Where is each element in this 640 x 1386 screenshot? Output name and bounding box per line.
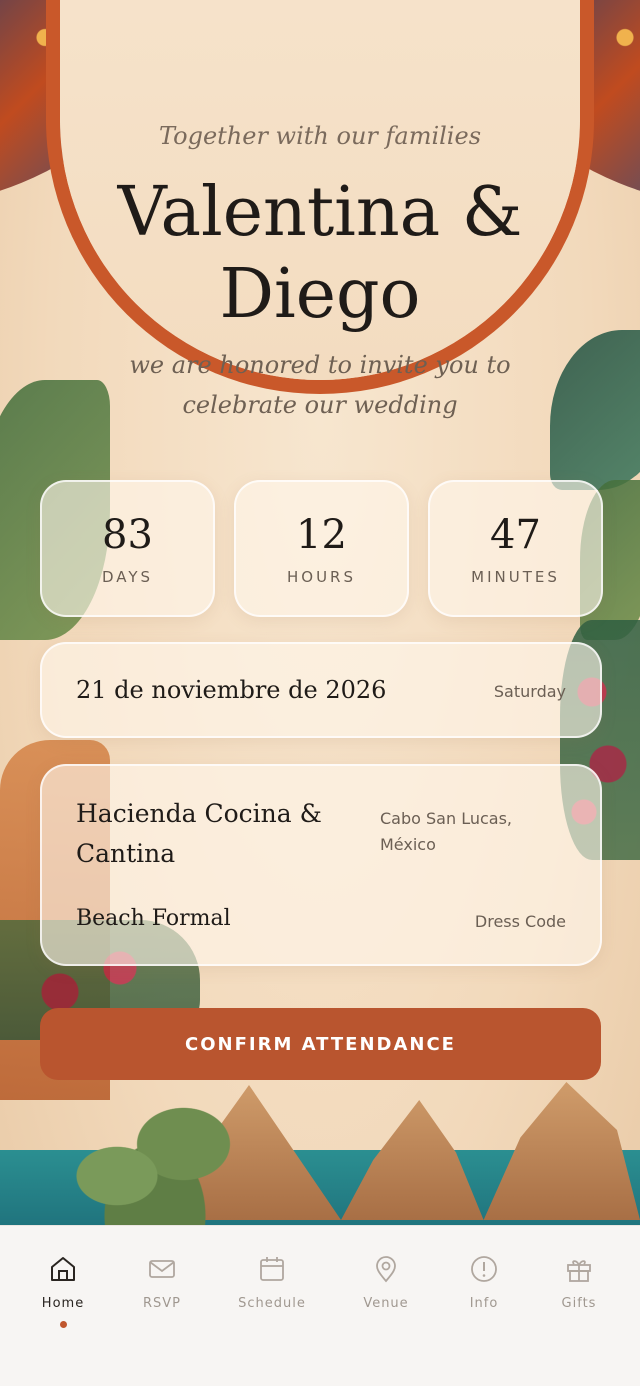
tab-venue-label: Venue bbox=[363, 1296, 409, 1311]
wedding-date: 21 de noviembre de 2026 bbox=[76, 676, 387, 704]
info-icon bbox=[471, 1256, 497, 1282]
couple-name-line-2: Diego bbox=[219, 255, 421, 334]
countdown-days-label: DAYS bbox=[101, 568, 154, 586]
tab-info-label: Info bbox=[469, 1296, 499, 1311]
countdown-hours-value: 12 bbox=[296, 512, 347, 558]
tab-rsvp-label: RSVP bbox=[142, 1296, 182, 1311]
tab-rsvp[interactable]: RSVP bbox=[107, 1254, 217, 1311]
wedding-weekday: Saturday bbox=[493, 682, 566, 701]
dress-code-label: Dress Code bbox=[474, 912, 566, 931]
date-card: 21 de noviembre de 2026 Saturday bbox=[40, 642, 602, 738]
invitation-text: we are honored to invite you to celebrat… bbox=[0, 345, 640, 425]
countdown-hours: 12 HOURS bbox=[234, 480, 409, 617]
calendar-icon bbox=[260, 1257, 284, 1281]
map-pin-icon bbox=[376, 1256, 396, 1283]
tab-gifts[interactable]: Gifts bbox=[524, 1254, 634, 1311]
tab-schedule-label: Schedule bbox=[238, 1296, 306, 1311]
tab-home[interactable]: Home bbox=[8, 1254, 118, 1328]
active-tab-indicator bbox=[59, 1321, 67, 1328]
invitation-line-2: celebrate our wedding bbox=[182, 391, 458, 419]
gift-icon bbox=[567, 1260, 591, 1282]
tab-venue[interactable]: Venue bbox=[331, 1254, 441, 1311]
countdown-days: 83 DAYS bbox=[40, 480, 215, 617]
venue-name: Hacienda Cocina & Cantina bbox=[76, 799, 322, 868]
invitation-line-1: we are honored to invite you to bbox=[129, 351, 511, 379]
couple-name-line-1: Valentina & bbox=[117, 173, 523, 252]
mail-icon bbox=[149, 1260, 175, 1278]
countdown-days-value: 83 bbox=[102, 512, 153, 558]
tab-info[interactable]: Info bbox=[429, 1254, 539, 1311]
dress-code-value: Beach Formal bbox=[76, 906, 231, 931]
countdown-minutes: 47 MINUTES bbox=[428, 480, 603, 617]
countdown-minutes-value: 47 bbox=[490, 512, 541, 558]
couple-names: Valentina & Diego bbox=[0, 172, 640, 336]
tab-gifts-label: Gifts bbox=[561, 1296, 597, 1311]
home-screen: Together with our families Valentina & D… bbox=[0, 0, 640, 1386]
bottom-tab-bar: Home RSVP Schedule Venue Info Gifts bbox=[0, 1225, 640, 1386]
countdown-minutes-label: MINUTES bbox=[471, 568, 560, 586]
intro-text: Together with our families bbox=[158, 122, 482, 150]
venue-city: Cabo San Lucas, México bbox=[380, 809, 512, 854]
confirm-attendance-button[interactable]: CONFIRM ATTENDANCE bbox=[40, 1008, 601, 1080]
venue-card: Hacienda Cocina & Cantina Cabo San Lucas… bbox=[40, 764, 602, 966]
tab-home-label: Home bbox=[41, 1296, 85, 1311]
countdown-hours-label: HOURS bbox=[286, 568, 356, 586]
home-icon bbox=[51, 1257, 75, 1281]
tab-schedule[interactable]: Schedule bbox=[217, 1254, 327, 1311]
